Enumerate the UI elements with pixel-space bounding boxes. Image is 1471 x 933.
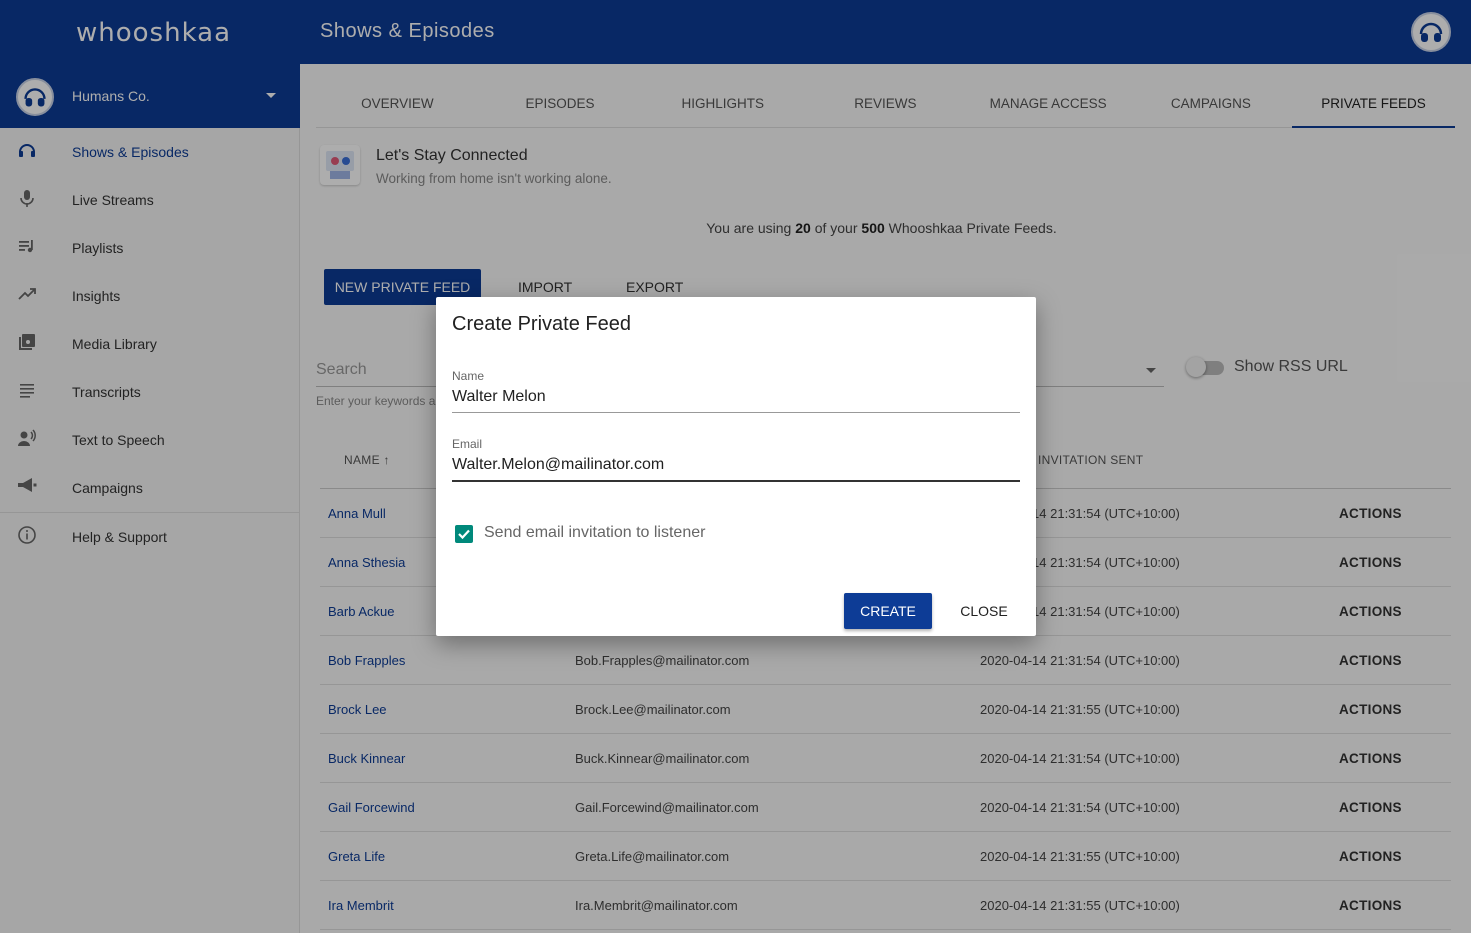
email-field[interactable]: Walter.Melon@mailinator.com [452,456,664,474]
name-field-label: Name [452,369,485,383]
name-field-underline [452,412,1020,413]
name-field[interactable]: Walter Melon [452,388,546,406]
close-button[interactable]: CLOSE [948,593,1020,629]
create-button[interactable]: CREATE [844,593,932,629]
create-private-feed-dialog: Create Private Feed Name Walter Melon Em… [436,297,1036,636]
send-invitation-label[interactable]: Send email invitation to listener [484,524,705,542]
check-icon [458,529,470,540]
email-field-underline [452,480,1020,482]
email-field-label: Email [452,437,483,451]
send-invitation-checkbox[interactable] [455,525,473,543]
dialog-title: Create Private Feed [452,313,631,335]
